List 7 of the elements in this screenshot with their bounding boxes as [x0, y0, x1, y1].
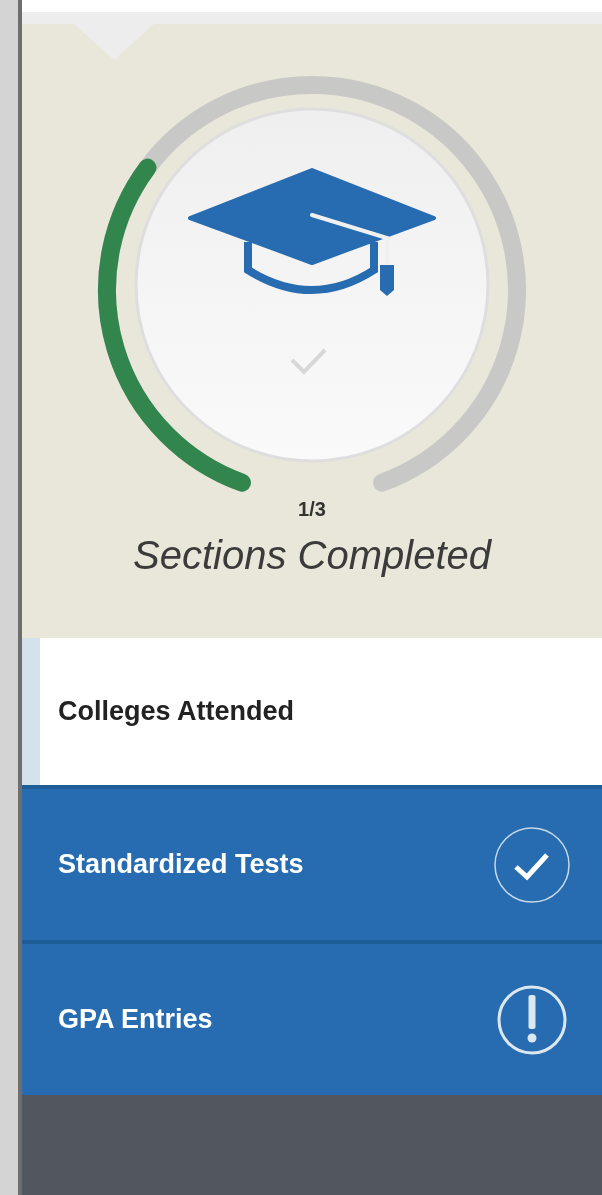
check-icon: [290, 348, 327, 375]
section-tab[interactable]: Standardized Tests: [22, 785, 602, 940]
check-circle-icon: [492, 824, 572, 905]
section-tab[interactable]: GPA Entries: [22, 940, 602, 1095]
graduation-cap-icon: [188, 168, 436, 296]
progress-count: 1/3: [298, 498, 326, 521]
progress-caption: Sections Completed: [133, 533, 491, 578]
